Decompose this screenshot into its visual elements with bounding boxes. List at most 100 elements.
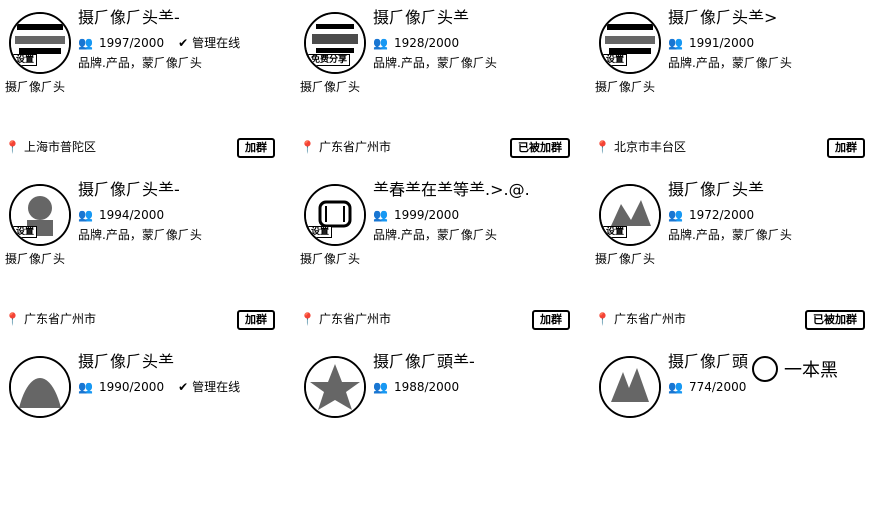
- members-icon: 👥: [373, 36, 388, 50]
- location-pin-icon: 📍: [595, 312, 610, 326]
- group-title[interactable]: 摄⺁像⺁頭⺷-: [373, 352, 475, 372]
- watermark-text: 一本黑: [784, 360, 838, 381]
- members-icon: 👥: [78, 36, 93, 50]
- member-count: 1991/2000: [688, 36, 755, 50]
- group-title[interactable]: 摄⺁像⺁头⺷: [373, 8, 469, 28]
- group-location: 📍 广东省广州市: [595, 312, 686, 326]
- location-text: 北京市丰台区: [613, 140, 686, 154]
- member-count: 1994/2000: [98, 208, 165, 222]
- group-title[interactable]: 摄⺁像⺁头⺷: [78, 352, 174, 372]
- avatar-image: [601, 358, 659, 416]
- group-card[interactable]: 设置 ⺷春⺷在⺷等⺷.>.@. 👥 1999/2000 品牌.产品，蒙⺁像⺁头 …: [295, 172, 570, 337]
- group-description: 摄⺁像⺁头: [300, 252, 361, 266]
- group-location: 📍 广东省广州市: [5, 312, 96, 326]
- group-tags: 品牌.产品，蒙⺁像⺁头: [668, 56, 792, 70]
- join-button[interactable]: 加群: [237, 310, 275, 330]
- avatar-image: [11, 358, 69, 416]
- members-icon: 👥: [373, 380, 388, 394]
- group-avatar[interactable]: [9, 356, 71, 418]
- join-button[interactable]: 加群: [237, 138, 275, 158]
- group-card[interactable]: 设置 摄⺁像⺁头⺷- 👥 1997/2000 ✔ 管理在线 品牌.产品，蒙⺁像⺁…: [0, 0, 275, 165]
- managed-status: ✔ 管理在线: [178, 36, 240, 50]
- location-text: 广东省广州市: [318, 140, 391, 154]
- group-avatar[interactable]: [304, 356, 366, 418]
- group-stats: 👥 1972/2000: [668, 208, 754, 222]
- group-title[interactable]: 摄⺁像⺁头⺷-: [78, 180, 180, 200]
- avatar-badge: 设置: [603, 226, 628, 238]
- group-stats: 👥 1994/2000: [78, 208, 164, 222]
- group-card[interactable]: 摄⺁像⺁头⺷ 👥 1990/2000 ✔ 管理在线: [0, 344, 275, 509]
- group-location: 📍 广东省广州市: [300, 312, 391, 326]
- group-avatar[interactable]: 设置: [9, 12, 71, 74]
- avatar-badge: 设置: [603, 54, 628, 66]
- watermark-logo-icon: [752, 356, 778, 382]
- group-card[interactable]: 免费分享 摄⺁像⺁头⺷ 👥 1928/2000 品牌.产品，蒙⺁像⺁头 摄⺁像⺁…: [295, 0, 570, 165]
- group-title[interactable]: 摄⺁像⺁頭: [668, 352, 748, 372]
- managed-label: 管理在线: [192, 36, 241, 50]
- group-avatar[interactable]: 设置: [599, 184, 661, 246]
- group-avatar[interactable]: 免费分享: [304, 12, 366, 74]
- join-button[interactable]: 加群: [827, 138, 865, 158]
- member-count: 1988/2000: [393, 380, 460, 394]
- group-title[interactable]: 摄⺁像⺁头⺷: [668, 180, 764, 200]
- join-button[interactable]: 已被加群: [805, 310, 865, 330]
- group-card[interactable]: 设置 摄⺁像⺁头⺷ 👥 1972/2000 品牌.产品，蒙⺁像⺁头 摄⺁像⺁头 …: [590, 172, 865, 337]
- group-avatar[interactable]: [599, 356, 661, 418]
- group-description: 摄⺁像⺁头: [5, 80, 66, 94]
- location-text: 广东省广州市: [23, 312, 96, 326]
- group-grid: 设置 摄⺁像⺁头⺷- 👥 1997/2000 ✔ 管理在线 品牌.产品，蒙⺁像⺁…: [0, 0, 878, 418]
- group-card[interactable]: 设置 摄⺁像⺁头⺷- 👥 1994/2000 品牌.产品，蒙⺁像⺁头 摄⺁像⺁头…: [0, 172, 275, 337]
- group-stats: 👥 1999/2000: [373, 208, 459, 222]
- group-location: 📍 广东省广州市: [300, 140, 391, 154]
- group-location: 📍 北京市丰台区: [595, 140, 686, 154]
- group-description: 摄⺁像⺁头: [595, 252, 656, 266]
- location-text: 上海市普陀区: [23, 140, 96, 154]
- group-description: 摄⺁像⺁头: [5, 252, 66, 266]
- members-icon: 👥: [373, 208, 388, 222]
- location-text: 广东省广州市: [318, 312, 391, 326]
- group-stats: 👥 1990/2000 ✔ 管理在线: [78, 380, 240, 394]
- group-stats: 👥 1988/2000: [373, 380, 459, 394]
- group-avatar[interactable]: 设置: [9, 184, 71, 246]
- watermark: 一本黑: [752, 356, 838, 382]
- group-tags: 品牌.产品，蒙⺁像⺁头: [373, 228, 497, 242]
- member-count: 774/2000: [688, 380, 747, 394]
- group-description: 摄⺁像⺁头: [300, 80, 361, 94]
- members-icon: 👥: [668, 380, 683, 394]
- join-button[interactable]: 加群: [532, 310, 570, 330]
- avatar-badge: 设置: [13, 54, 38, 66]
- group-stats: 👥 1928/2000: [373, 36, 459, 50]
- join-button[interactable]: 已被加群: [510, 138, 570, 158]
- group-tags: 品牌.产品，蒙⺁像⺁头: [668, 228, 792, 242]
- group-stats: 👥 1991/2000: [668, 36, 754, 50]
- members-icon: 👥: [78, 380, 93, 394]
- group-card[interactable]: 摄⺁像⺁頭⺷- 👥 1988/2000: [295, 344, 570, 509]
- group-tags: 品牌.产品，蒙⺁像⺁头: [373, 56, 497, 70]
- group-title[interactable]: 摄⺁像⺁头⺷-: [78, 8, 180, 28]
- avatar-image: [306, 358, 364, 416]
- member-count: 1999/2000: [393, 208, 460, 222]
- check-icon: ✔: [178, 380, 189, 394]
- member-count: 1990/2000: [98, 380, 165, 394]
- members-icon: 👥: [668, 36, 683, 50]
- group-tags: 品牌.产品，蒙⺁像⺁头: [78, 228, 202, 242]
- avatar-badge: 免费分享: [308, 54, 351, 66]
- location-text: 广东省广州市: [613, 312, 686, 326]
- group-stats: 👥 1997/2000 ✔ 管理在线: [78, 36, 240, 50]
- group-title[interactable]: ⺷春⺷在⺷等⺷.>.@.: [373, 180, 530, 200]
- member-count: 1997/2000: [98, 36, 165, 50]
- group-stats: 👥 774/2000: [668, 380, 746, 394]
- location-pin-icon: 📍: [595, 140, 610, 154]
- group-location: 📍 上海市普陀区: [5, 140, 96, 154]
- avatar-badge: 设置: [13, 226, 38, 238]
- group-avatar[interactable]: 设置: [599, 12, 661, 74]
- group-card[interactable]: 设置 摄⺁像⺁头⺷> 👥 1991/2000 品牌.产品，蒙⺁像⺁头 摄⺁像⺁头…: [590, 0, 865, 165]
- group-avatar[interactable]: 设置: [304, 184, 366, 246]
- group-tags: 品牌.产品，蒙⺁像⺁头: [78, 56, 202, 70]
- member-count: 1928/2000: [393, 36, 460, 50]
- group-title[interactable]: 摄⺁像⺁头⺷>: [668, 8, 777, 28]
- managed-label: 管理在线: [192, 380, 241, 394]
- location-pin-icon: 📍: [300, 312, 315, 326]
- group-description: 摄⺁像⺁头: [595, 80, 656, 94]
- location-pin-icon: 📍: [300, 140, 315, 154]
